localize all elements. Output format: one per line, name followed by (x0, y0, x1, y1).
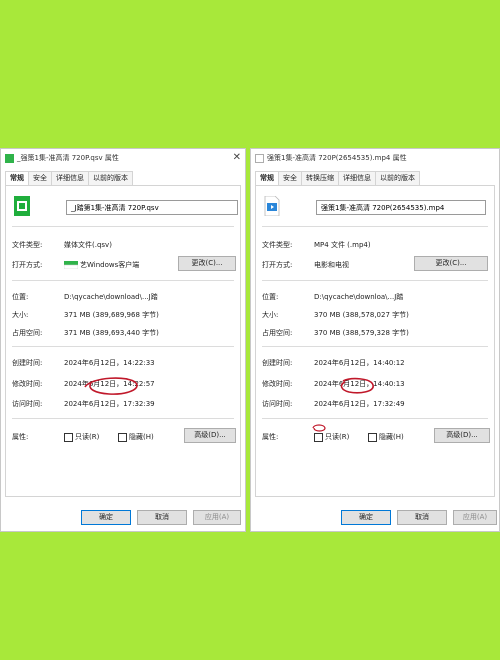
size-value: 370 MB (388,578,027 字节) (314, 311, 409, 319)
hidden-checkbox-box[interactable] (368, 432, 377, 442)
attributes-label: 属性: (262, 433, 279, 441)
file-type-value: 媒体文件(.qsv) (64, 241, 112, 249)
apply-button[interactable]: 应用(A) (453, 510, 497, 525)
tab-bar: 常规 安全 详细信息 以前的版本 (5, 171, 133, 185)
qsv-properties-window: _强策1集-准高清 720P.qsv 属性 ✕ 常规 安全 详细信息 以前的版本… (0, 148, 246, 532)
open-with-value: 艺Windows客户端 (64, 260, 139, 270)
qsv-file-title-icon (5, 154, 14, 163)
title-bar: 强策1集-准高清 720P(2654535).mp4 属性 (251, 149, 499, 167)
hidden-checkbox-box[interactable] (118, 432, 127, 442)
file-type-label: 文件类型: (262, 241, 293, 249)
tab-previous-versions[interactable]: 以前的版本 (88, 171, 133, 185)
hidden-checkbox[interactable]: 隐藏(H) (368, 432, 404, 442)
file-type-label: 文件类型: (12, 241, 43, 249)
mp4-file-title-icon (255, 154, 264, 163)
file-type-value: MP4 文件 (.mp4) (314, 241, 371, 249)
tab-previous-versions[interactable]: 以前的版本 (375, 171, 420, 185)
divider (262, 280, 488, 281)
accessed-value: 2024年6月12日，17:32:39 (64, 400, 155, 408)
accessed-label: 访问时间: (262, 400, 293, 408)
apply-button[interactable]: 应用(A) (193, 510, 241, 525)
close-icon[interactable]: ✕ (233, 149, 241, 167)
general-panel: _J踏第1集-准高清 720P.qsv 文件类型: 媒体文件(.qsv) 打开方… (5, 185, 241, 497)
readonly-checkbox-box[interactable] (314, 432, 323, 442)
cancel-button[interactable]: 取消 (137, 510, 187, 525)
green-background-top (0, 0, 500, 148)
change-button[interactable]: 更改(C)... (178, 256, 236, 271)
tab-details[interactable]: 详细信息 (338, 171, 376, 185)
created-value: 2024年6月12日，14:22:33 (64, 359, 155, 367)
created-label: 创建时间: (262, 359, 293, 367)
hidden-label: 隐藏(H) (129, 433, 154, 441)
cancel-button[interactable]: 取消 (397, 510, 447, 525)
divider (12, 346, 234, 347)
created-value: 2024年6月12日，14:40:12 (314, 359, 405, 367)
tab-bar: 常规 安全 转换压缩 详细信息 以前的版本 (255, 171, 420, 185)
iqiyi-app-icon (64, 261, 78, 269)
readonly-checkbox[interactable]: 只读(R) (314, 432, 349, 442)
attributes-label: 属性: (12, 433, 29, 441)
hidden-checkbox[interactable]: 隐藏(H) (118, 432, 154, 442)
modified-label: 修改时间: (12, 380, 43, 388)
advanced-button[interactable]: 高级(D)... (184, 428, 236, 443)
location-value: D:\qycache\downloa\...J踏 (314, 293, 404, 301)
title-bar: _强策1集-准高清 720P.qsv 属性 ✕ (1, 149, 245, 167)
size-label: 大小: (262, 311, 279, 319)
divider (262, 346, 488, 347)
qsv-file-icon (14, 196, 30, 216)
location-label: 位置: (262, 293, 279, 301)
filename-input[interactable]: 强策1集-准高清 720P(2654535).mp4 (316, 200, 486, 215)
divider (262, 418, 488, 419)
tab-security[interactable]: 安全 (278, 171, 302, 185)
general-panel: 强策1集-准高清 720P(2654535).mp4 文件类型: MP4 文件 … (255, 185, 495, 497)
tab-general[interactable]: 常规 (5, 171, 29, 185)
disk-size-value: 371 MB (389,693,440 字节) (64, 329, 159, 337)
divider (12, 418, 234, 419)
tab-general[interactable]: 常规 (255, 171, 279, 185)
tab-security[interactable]: 安全 (28, 171, 52, 185)
accessed-label: 访问时间: (12, 400, 43, 408)
created-label: 创建时间: (12, 359, 43, 367)
disk-size-label: 占用空间: (262, 329, 293, 337)
ok-button[interactable]: 确定 (81, 510, 131, 525)
modified-value: 2024年6月12日，14:40:13 (314, 380, 405, 388)
location-value: D:\qycache\download\...J踏 (64, 293, 158, 301)
window-title: 强策1集-准高清 720P(2654535).mp4 属性 (267, 154, 407, 162)
modified-value: 2024年6月12日，14:22:57 (64, 380, 155, 388)
disk-size-label: 占用空间: (12, 329, 43, 337)
hidden-label: 隐藏(H) (379, 433, 404, 441)
readonly-checkbox[interactable]: 只读(R) (64, 432, 99, 442)
size-value: 371 MB (389,689,968 字节) (64, 311, 159, 319)
window-title: _强策1集-准高清 720P.qsv 属性 (17, 154, 119, 162)
open-with-value: 电影和电视 (314, 261, 349, 269)
divider (12, 280, 234, 281)
mp4-properties-window: 强策1集-准高清 720P(2654535).mp4 属性 常规 安全 转换压缩… (250, 148, 500, 532)
readonly-checkbox-box[interactable] (64, 432, 73, 442)
change-button[interactable]: 更改(C)... (414, 256, 488, 271)
divider (262, 226, 488, 227)
green-background-bottom (0, 532, 500, 660)
location-label: 位置: (12, 293, 29, 301)
modified-label: 修改时间: (262, 380, 293, 388)
open-with-label: 打开方式: (12, 261, 43, 269)
size-label: 大小: (12, 311, 29, 319)
mp4-file-icon (264, 196, 280, 216)
divider (12, 226, 234, 227)
tab-convert-compress[interactable]: 转换压缩 (301, 171, 339, 185)
open-with-label: 打开方式: (262, 261, 293, 269)
ok-button[interactable]: 确定 (341, 510, 391, 525)
accessed-value: 2024年6月12日，17:32:49 (314, 400, 405, 408)
disk-size-value: 370 MB (388,579,328 字节) (314, 329, 409, 337)
readonly-label: 只读(R) (75, 433, 100, 441)
filename-input[interactable]: _J踏第1集-准高清 720P.qsv (66, 200, 238, 215)
open-with-app-name: 艺Windows客户端 (80, 261, 140, 269)
tab-details[interactable]: 详细信息 (51, 171, 89, 185)
advanced-button[interactable]: 高级(D)... (434, 428, 490, 443)
readonly-label: 只读(R) (325, 433, 350, 441)
